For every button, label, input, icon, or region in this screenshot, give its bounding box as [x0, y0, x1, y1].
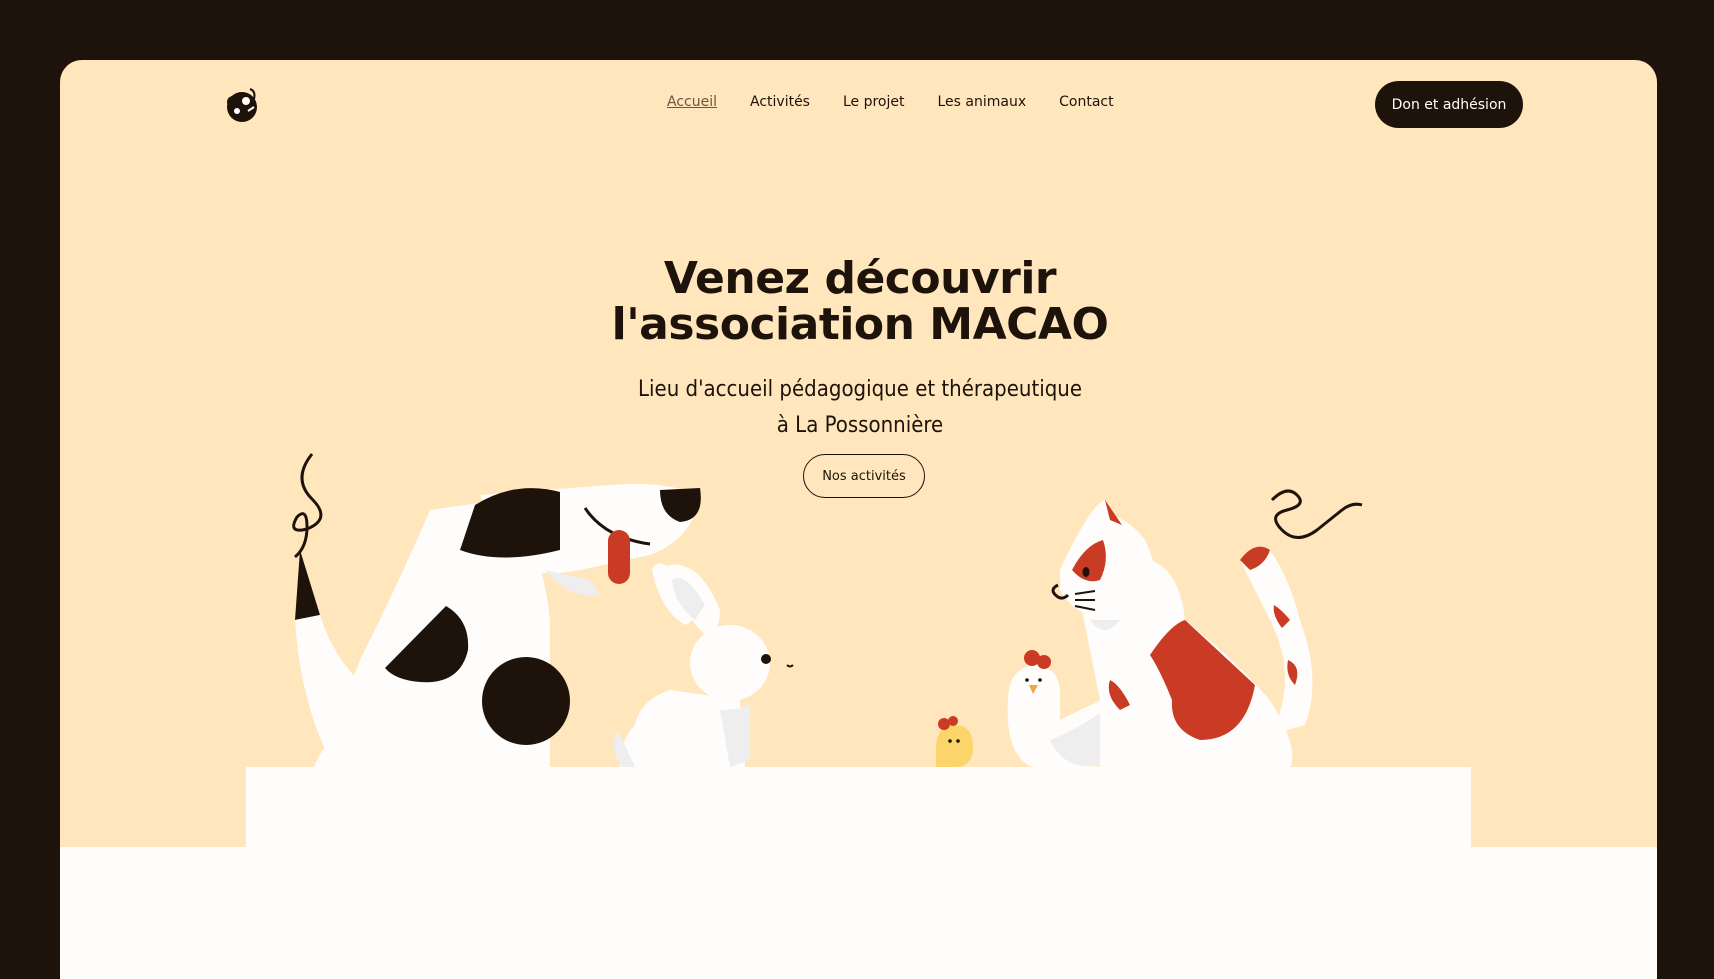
stage-ledge [246, 767, 1471, 857]
lower-section [60, 847, 1657, 979]
device-frame: Accueil Activités Le projet Les animaux … [0, 0, 1714, 979]
rabbit-illustration [613, 563, 794, 767]
page-viewport: Accueil Activités Le projet Les animaux … [60, 60, 1657, 979]
chick-illustration [936, 716, 973, 767]
